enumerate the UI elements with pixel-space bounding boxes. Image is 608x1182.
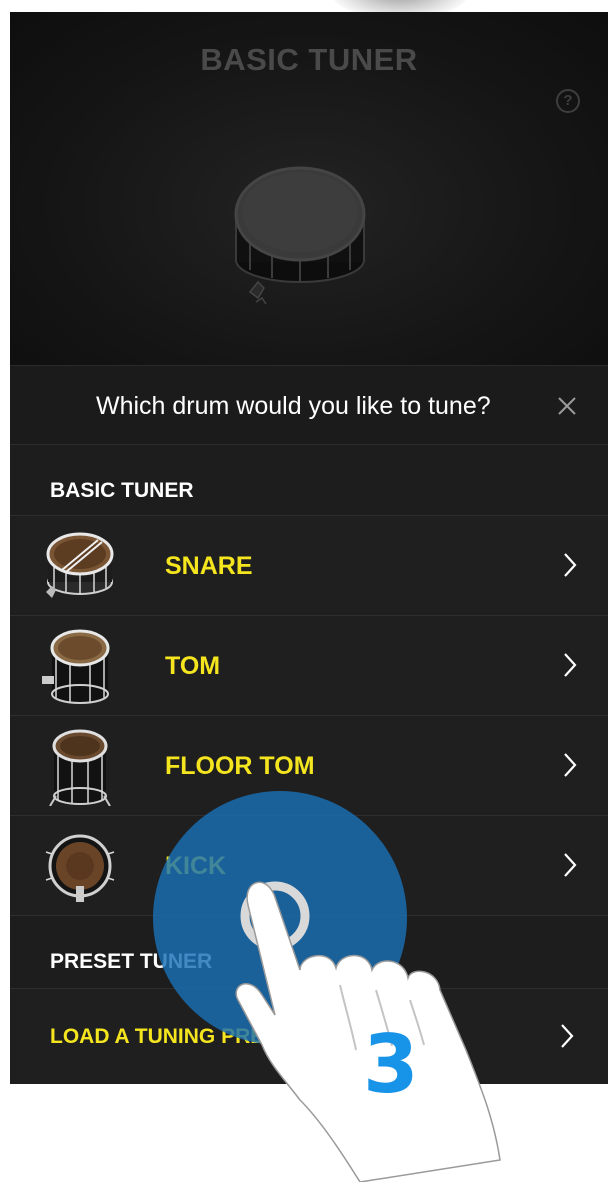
prompt-bar: Which drum would you like to tune? xyxy=(10,365,608,445)
hero-title: BASIC TUNER xyxy=(200,42,418,77)
chevron-right-icon xyxy=(564,653,577,677)
preset-row-load-list[interactable]: LOAD A TUNING PRESET FROM LIST xyxy=(10,988,608,1084)
snare-drum-image xyxy=(234,166,366,305)
chevron-right-icon xyxy=(561,1024,574,1048)
floor-tom-drum-icon xyxy=(49,729,111,806)
section-title: BASIC TUNER xyxy=(50,479,194,502)
section-header-preset-tuner: PRESET TUNER xyxy=(10,915,608,988)
kick-drum-icon xyxy=(45,834,115,902)
close-icon[interactable] xyxy=(556,395,578,417)
section-header-basic-tuner: BASIC TUNER xyxy=(10,445,608,515)
drum-label-snare: SNARE xyxy=(165,552,253,580)
prompt-text: Which drum would you like to tune? xyxy=(96,392,491,420)
drum-label-kick: KICK xyxy=(165,852,227,880)
drum-row-kick[interactable]: KICK xyxy=(10,815,608,915)
chevron-right-icon xyxy=(564,553,577,577)
snare-drum-icon xyxy=(46,532,114,598)
help-circle-icon[interactable]: ? xyxy=(556,89,580,113)
hero-area: BASIC TUNER ? xyxy=(10,12,608,365)
drum-label-floor-tom: FLOOR TOM xyxy=(165,752,315,780)
chevron-right-icon xyxy=(564,753,577,777)
app-screen: BASIC TUNER ? Which drum would you like … xyxy=(10,12,608,1084)
section-title: PRESET TUNER xyxy=(50,950,213,973)
tom-drum-icon xyxy=(42,629,110,704)
tutorial-page: BASIC TUNER ? Which drum would you like … xyxy=(0,0,608,1182)
drum-row-floor-tom[interactable]: FLOOR TOM xyxy=(10,715,608,815)
drum-label-tom: TOM xyxy=(165,652,221,680)
step-number: 3 xyxy=(363,1018,419,1111)
drum-row-snare[interactable]: SNARE xyxy=(10,515,608,615)
drum-row-tom[interactable]: TOM xyxy=(10,615,608,715)
chevron-right-icon xyxy=(564,853,577,877)
